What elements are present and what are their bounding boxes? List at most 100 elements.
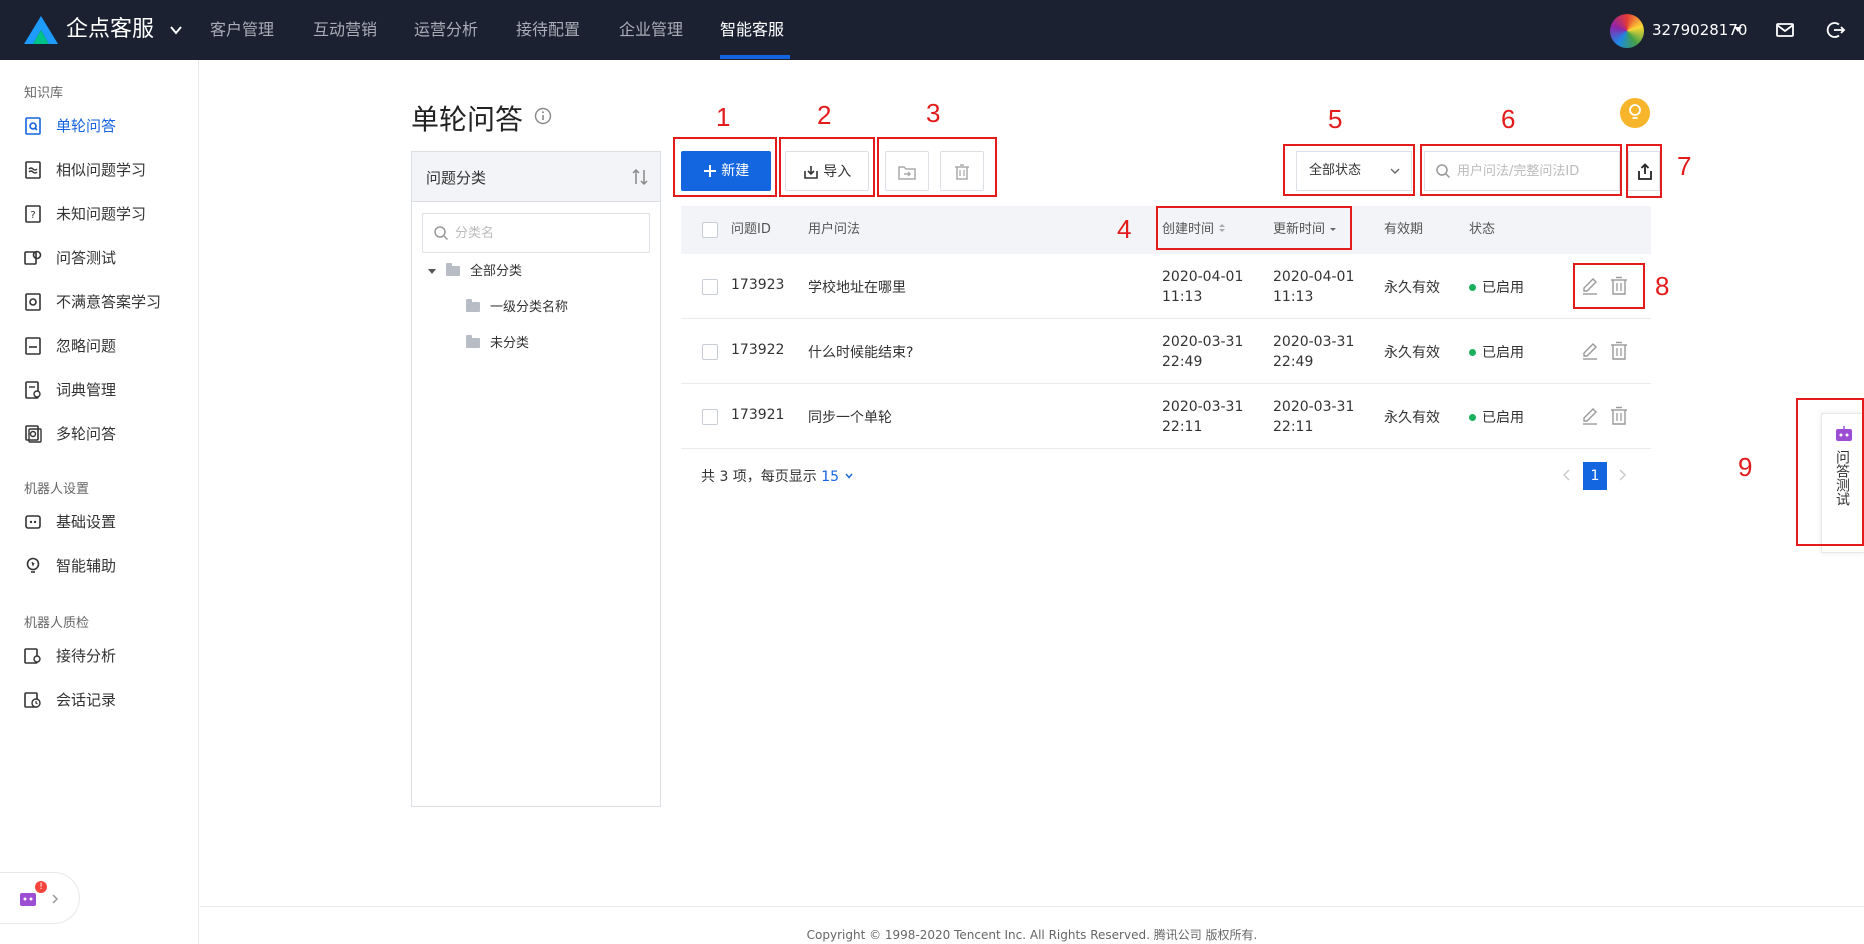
row-checkbox[interactable] [702, 344, 718, 360]
question-icon: ? [25, 205, 41, 223]
edit-icon[interactable] [1580, 341, 1600, 361]
column-header-updated[interactable]: 更新时间 [1273, 206, 1337, 254]
mail-icon[interactable] [1775, 20, 1795, 40]
category-header: 问题分类 [412, 152, 660, 202]
cell-validity: 永久有效 [1384, 345, 1440, 361]
sidebar-item-similar-questions[interactable]: 相似问题学习 [0, 150, 199, 190]
sidebar-item-basic-settings[interactable]: 基础设置 [0, 502, 199, 542]
row-checkbox[interactable] [702, 279, 718, 295]
table-row: 173922 什么时候能结束? 2020-03-31 22:49 2020-03-… [681, 319, 1651, 384]
move-category-button[interactable] [885, 151, 929, 191]
import-button[interactable]: 导入 [785, 151, 869, 191]
brand-name[interactable]: 企点客服 [66, 14, 154, 46]
prev-page-icon[interactable] [1559, 467, 1575, 483]
sidebar-item-dictionary[interactable]: 词典管理 [0, 370, 199, 410]
cell-question[interactable]: 学校地址在哪里 [808, 277, 906, 297]
footer-divider [200, 906, 1864, 907]
caret-down-icon[interactable] [1734, 27, 1742, 32]
sidebar-item-multi-turn-qa[interactable]: 多轮问答 [0, 414, 199, 454]
table-row: 173921 同步一个单轮 2020-03-31 22:11 2020-03-31… [681, 384, 1651, 449]
edit-icon[interactable] [1580, 276, 1600, 296]
tree-node-level1[interactable]: 一级分类名称 [466, 296, 568, 320]
info-icon[interactable] [534, 107, 552, 125]
batch-delete-button[interactable] [940, 151, 984, 191]
avatar[interactable] [1610, 14, 1644, 48]
qa-test-float-button[interactable]: 问答测试 [1821, 413, 1864, 553]
sidebar-item-qa-test[interactable]: 问答测试 [0, 238, 199, 278]
logout-icon[interactable] [1826, 20, 1846, 40]
sidebar-item-unknown-questions[interactable]: ? 未知问题学习 [0, 194, 199, 234]
robot-assistant-toggle[interactable]: ! [0, 872, 80, 924]
export-button[interactable] [1628, 151, 1660, 191]
multi-qa-icon [25, 425, 42, 443]
sidebar-group-robot-qc: 机器人质检 [24, 616, 90, 631]
sidebar-group-knowledge-base: 知识库 [24, 86, 64, 101]
question-search-input[interactable] [1457, 152, 1617, 190]
sidebar-item-session-records[interactable]: 会话记录 [0, 680, 199, 720]
cell-question[interactable]: 什么时候能结束? [808, 342, 913, 362]
delete-icon[interactable] [1609, 341, 1629, 361]
tips-bulb-button[interactable] [1620, 98, 1650, 128]
annotation-number: 3 [926, 98, 941, 128]
status-dot [1469, 414, 1476, 421]
new-button[interactable]: 新建 [681, 151, 771, 191]
tree-node-uncategorized[interactable]: 未分类 [466, 332, 529, 356]
next-page-icon[interactable] [1614, 467, 1630, 483]
sidebar-item-label: 单轮问答 [56, 117, 117, 135]
nav-interactive-marketing[interactable]: 互动营销 [313, 0, 377, 60]
page-number-current[interactable]: 1 [1583, 462, 1607, 490]
sidebar-item-smart-assist[interactable]: 智能辅助 [0, 546, 199, 586]
annotation-number: 2 [817, 100, 832, 130]
edit-icon[interactable] [1580, 406, 1600, 426]
page-size-select[interactable]: 15 [821, 469, 853, 485]
status-filter-select[interactable]: 全部状态 [1296, 151, 1412, 191]
ignore-icon [25, 337, 41, 355]
new-button-label: 新建 [721, 163, 750, 179]
delete-icon[interactable] [1609, 276, 1629, 296]
column-header-created[interactable]: 创建时间 [1162, 206, 1226, 254]
row-checkbox[interactable] [702, 409, 718, 425]
robot-settings-icon [25, 515, 41, 529]
sidebar-item-single-qa[interactable]: 单轮问答 [0, 106, 199, 146]
category-search-input[interactable] [455, 214, 645, 252]
sidebar-item-ignored-questions[interactable]: 忽略问题 [0, 326, 199, 366]
delete-icon[interactable] [1609, 406, 1629, 426]
nav-enterprise-management[interactable]: 企业管理 [619, 0, 683, 60]
page-title: 单轮问答 [411, 103, 524, 136]
sidebar-item-reception-analysis[interactable]: 接待分析 [0, 636, 199, 676]
table-row: 173923 学校地址在哪里 2020-04-01 11:13 2020-04-0… [681, 254, 1651, 319]
nav-smart-service[interactable]: 智能客服 [720, 0, 784, 60]
dictionary-icon [25, 381, 41, 399]
cell-question[interactable]: 同步一个单轮 [808, 407, 892, 427]
chat-test-icon [24, 250, 42, 265]
cell-created: 2020-04-01 11:13 [1162, 269, 1244, 305]
column-header-status: 状态 [1469, 222, 1496, 237]
approx-icon [25, 161, 41, 179]
plus-icon [703, 165, 716, 177]
nav-customer-management[interactable]: 客户管理 [210, 0, 274, 60]
caret-down-icon[interactable] [428, 269, 436, 274]
tree-node-all[interactable]: 全部分类 [446, 260, 522, 284]
cell-created: 2020-03-31 22:49 [1162, 334, 1244, 370]
nav-operation-analysis[interactable]: 运营分析 [414, 0, 478, 60]
cell-id: 173921 [731, 407, 785, 423]
robot-icon [20, 893, 36, 906]
sidebar-item-label: 多轮问答 [56, 425, 117, 443]
doc-search-icon [25, 117, 41, 135]
sidebar-item-dissatisfied-answers[interactable]: 不满意答案学习 [0, 282, 199, 322]
select-all-checkbox[interactable] [702, 222, 718, 238]
sort-icon[interactable] [630, 167, 650, 187]
cell-id: 173923 [731, 277, 785, 293]
nav-reception-config[interactable]: 接待配置 [516, 0, 580, 60]
status-dot [1469, 284, 1476, 291]
category-search [422, 213, 650, 253]
tree-node-label: 一级分类名称 [490, 300, 569, 315]
annotation-number: 1 [716, 102, 731, 132]
sidebar-item-label: 未知问题学习 [56, 205, 147, 223]
qidian-logo-icon[interactable] [22, 14, 60, 46]
category-panel: 问题分类 全部分类 一级分类名称 未分类 [411, 151, 661, 807]
sidebar-item-label: 相似问题学习 [56, 161, 147, 179]
annotation-number: 7 [1677, 151, 1692, 181]
cell-status: 已启用 [1469, 342, 1524, 362]
chevron-down-icon[interactable] [168, 22, 184, 38]
